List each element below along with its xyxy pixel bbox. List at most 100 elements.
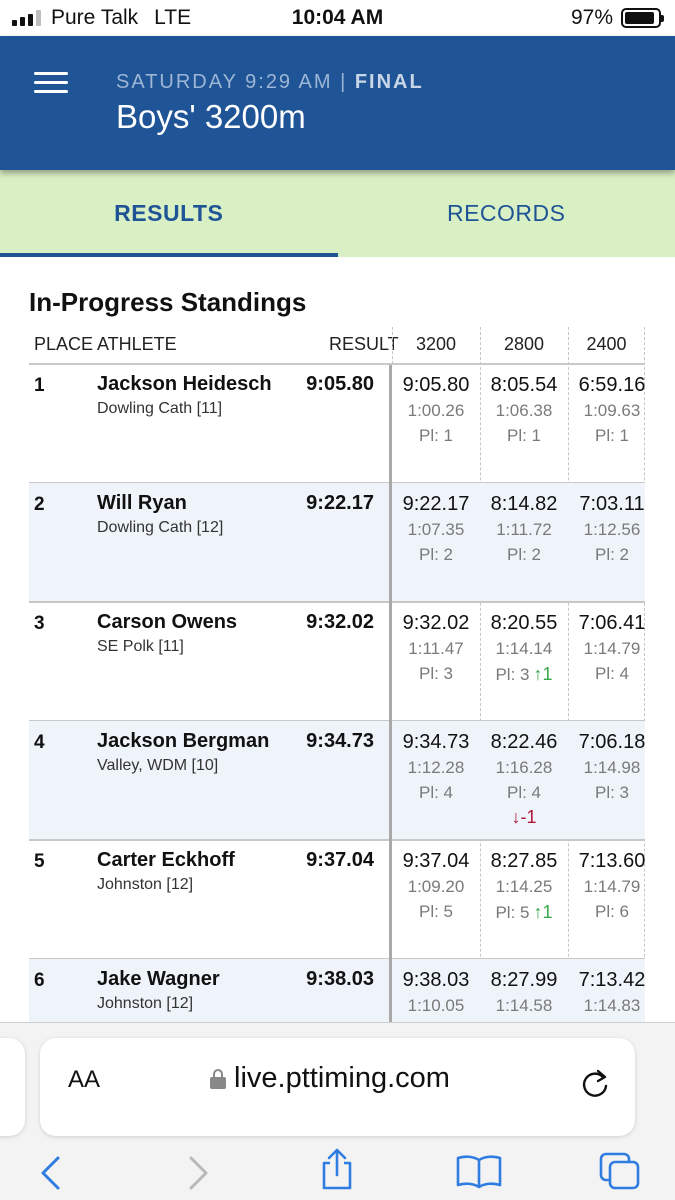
split-place-label: Pl: 4 (506, 783, 542, 802)
athlete-name[interactable]: Jackson Heidesch (97, 373, 272, 396)
tab-records[interactable]: RECORDS (338, 170, 675, 257)
place-up-indicator: ↑1 (533, 902, 553, 922)
table-row[interactable]: 2 Will Ryan Dowling Cath [12] 9:22.17 9:22.1… (29, 483, 645, 602)
forward-icon[interactable] (185, 1155, 211, 1196)
place-value: 5 (34, 851, 45, 872)
split-place: Pl: 6 (568, 900, 656, 924)
split-place: Pl: 5 (392, 900, 480, 924)
split-cell: 8:14.82 1:11.72 Pl: 2 (480, 492, 568, 567)
url-display[interactable]: live.pttiming.com (210, 1062, 450, 1095)
battery-percent: 97% (570, 6, 613, 29)
place-down-indicator: ↓-1 (511, 807, 537, 827)
split-lap: 1:14.58 (495, 996, 553, 1015)
text-size-button[interactable]: AA (68, 1066, 100, 1094)
battery-info: 97% (570, 6, 664, 30)
table-row[interactable]: 1 Jackson Heidesch Dowling Cath [11] 9:05.8… (29, 364, 645, 483)
result-time: 9:22.17 (306, 492, 374, 514)
split-cell: 9:34.73 1:12.28 Pl: 4 (392, 730, 480, 805)
split-lap: 1:14.79 (583, 877, 641, 896)
event-status: FINAL (354, 71, 424, 93)
status-bar: Pure Talk LTE 10:04 AM 97% (0, 0, 675, 36)
athlete-name[interactable]: Carson Owens (97, 611, 237, 634)
table-row[interactable]: 6 Jake Wagner Johnston [12] 9:38.03 9:38.03 1… (29, 959, 645, 1022)
place-value: 2 (34, 494, 45, 515)
back-icon[interactable] (38, 1155, 64, 1196)
split-place-label: Pl: 4 (594, 664, 630, 683)
split-time: 7:13.60 (578, 850, 646, 872)
result-time: 9:05.80 (306, 373, 374, 395)
split-place-label: Pl: 3 (418, 664, 454, 683)
result-time: 9:38.03 (306, 968, 374, 990)
split-time: 9:34.73 (402, 731, 470, 753)
split-lap: 1:14.79 (583, 639, 641, 658)
split-lap: 1:07.35 (407, 520, 465, 539)
athlete-name[interactable]: Will Ryan (97, 492, 187, 515)
split-place: Pl: 3 (392, 662, 480, 686)
event-title: Boys' 3200m (116, 98, 306, 135)
split-time: 8:14.82 (490, 493, 558, 515)
athlete-team: Johnston [12] (97, 995, 194, 1012)
split-time: 9:38.03 (402, 969, 470, 991)
split-place: Pl: 2 (568, 543, 656, 567)
split-cell: 8:27.85 1:14.25 Pl: 5 ↑1 (480, 849, 568, 925)
table-row[interactable]: 4 Jackson Bergman Valley, WDM [10] 9:34.73 9… (29, 721, 645, 840)
split-place: Pl: 1 (392, 424, 480, 448)
previous-tab-preview[interactable] (0, 1038, 25, 1136)
athlete-name[interactable]: Jackson Bergman (97, 730, 269, 753)
tab-results[interactable]: RESULTS (0, 170, 338, 257)
bookmarks-icon[interactable] (455, 1153, 503, 1194)
split-lap: 1:06.38 (495, 401, 553, 420)
tabs-icon[interactable] (598, 1151, 642, 1196)
athlete-name[interactable]: Carter Eckhoff (97, 849, 235, 872)
split-place: Pl: 3 (568, 781, 656, 805)
share-icon[interactable] (318, 1147, 356, 1196)
split-cell: 9:38.03 1:10.05 (392, 968, 480, 1019)
split-lap: 1:09.63 (583, 401, 641, 420)
split-time: 8:22.46 (490, 731, 558, 753)
hamburger-icon[interactable] (34, 72, 68, 94)
athlete-name[interactable]: Jake Wagner (97, 968, 220, 991)
split-place: Pl: 4 (392, 781, 480, 805)
url-text: live.pttiming.com (234, 1062, 450, 1094)
athlete-team: SE Polk [11] (97, 638, 184, 655)
split-time: 7:13.42 (578, 969, 646, 991)
place-value: 4 (34, 732, 45, 753)
athlete-team: Valley, WDM [10] (97, 757, 219, 774)
athlete-team: Dowling Cath [11] (97, 400, 223, 417)
split-place-label: Pl: 5 (495, 903, 530, 922)
split-place: Pl: 2 (480, 543, 568, 567)
split-lap: 1:14.25 (495, 877, 553, 896)
split-time: 7:06.41 (578, 612, 646, 634)
place-value: 6 (34, 970, 45, 991)
split-place-label: Pl: 2 (506, 545, 542, 564)
split-cell: 7:06.41 1:14.79 Pl: 4 (568, 611, 656, 686)
split-cell: 8:20.55 1:14.14 Pl: 3 ↑1 (480, 611, 568, 687)
split-place-label: Pl: 1 (506, 426, 542, 445)
address-bar[interactable]: AA live.pttiming.com (40, 1038, 635, 1136)
col-header-split: 2800 (503, 334, 545, 354)
split-time: 9:05.80 (402, 374, 470, 396)
split-time: 8:20.55 (490, 612, 558, 634)
split-lap: 1:14.14 (495, 639, 553, 658)
split-time: 9:32.02 (402, 612, 470, 634)
split-time: 9:37.04 (402, 850, 470, 872)
table-row[interactable]: 3 Carson Owens SE Polk [11] 9:32.02 9:32.02 1… (29, 602, 645, 721)
subtitle-separator: | (340, 71, 348, 93)
result-time: 9:37.04 (306, 849, 374, 871)
split-place-label: Pl: 3 (594, 783, 630, 802)
split-lap: 1:10.05 (407, 996, 465, 1015)
place-value: 3 (34, 613, 45, 634)
split-lap: 1:12.56 (583, 520, 641, 539)
table-row[interactable]: 5 Carter Eckhoff Johnston [12] 9:37.04 9:37.… (29, 840, 645, 959)
place-up-indicator: ↑1 (533, 664, 553, 684)
split-cell: 9:32.02 1:11.47 Pl: 3 (392, 611, 480, 686)
split-place-label: Pl: 2 (418, 545, 454, 564)
split-cell: 8:22.46 1:16.28 Pl: 4 ↓-1 (480, 730, 568, 829)
split-cell: 8:05.54 1:06.38 Pl: 1 (480, 373, 568, 448)
reload-icon[interactable] (581, 1068, 611, 1105)
browser-toolbar (0, 1141, 675, 1200)
text-size-label: AA (68, 1066, 101, 1093)
split-place-label: Pl: 4 (418, 783, 454, 802)
split-lap: 1:16.28 (495, 758, 553, 777)
col-header-split: 2400 (586, 334, 627, 354)
